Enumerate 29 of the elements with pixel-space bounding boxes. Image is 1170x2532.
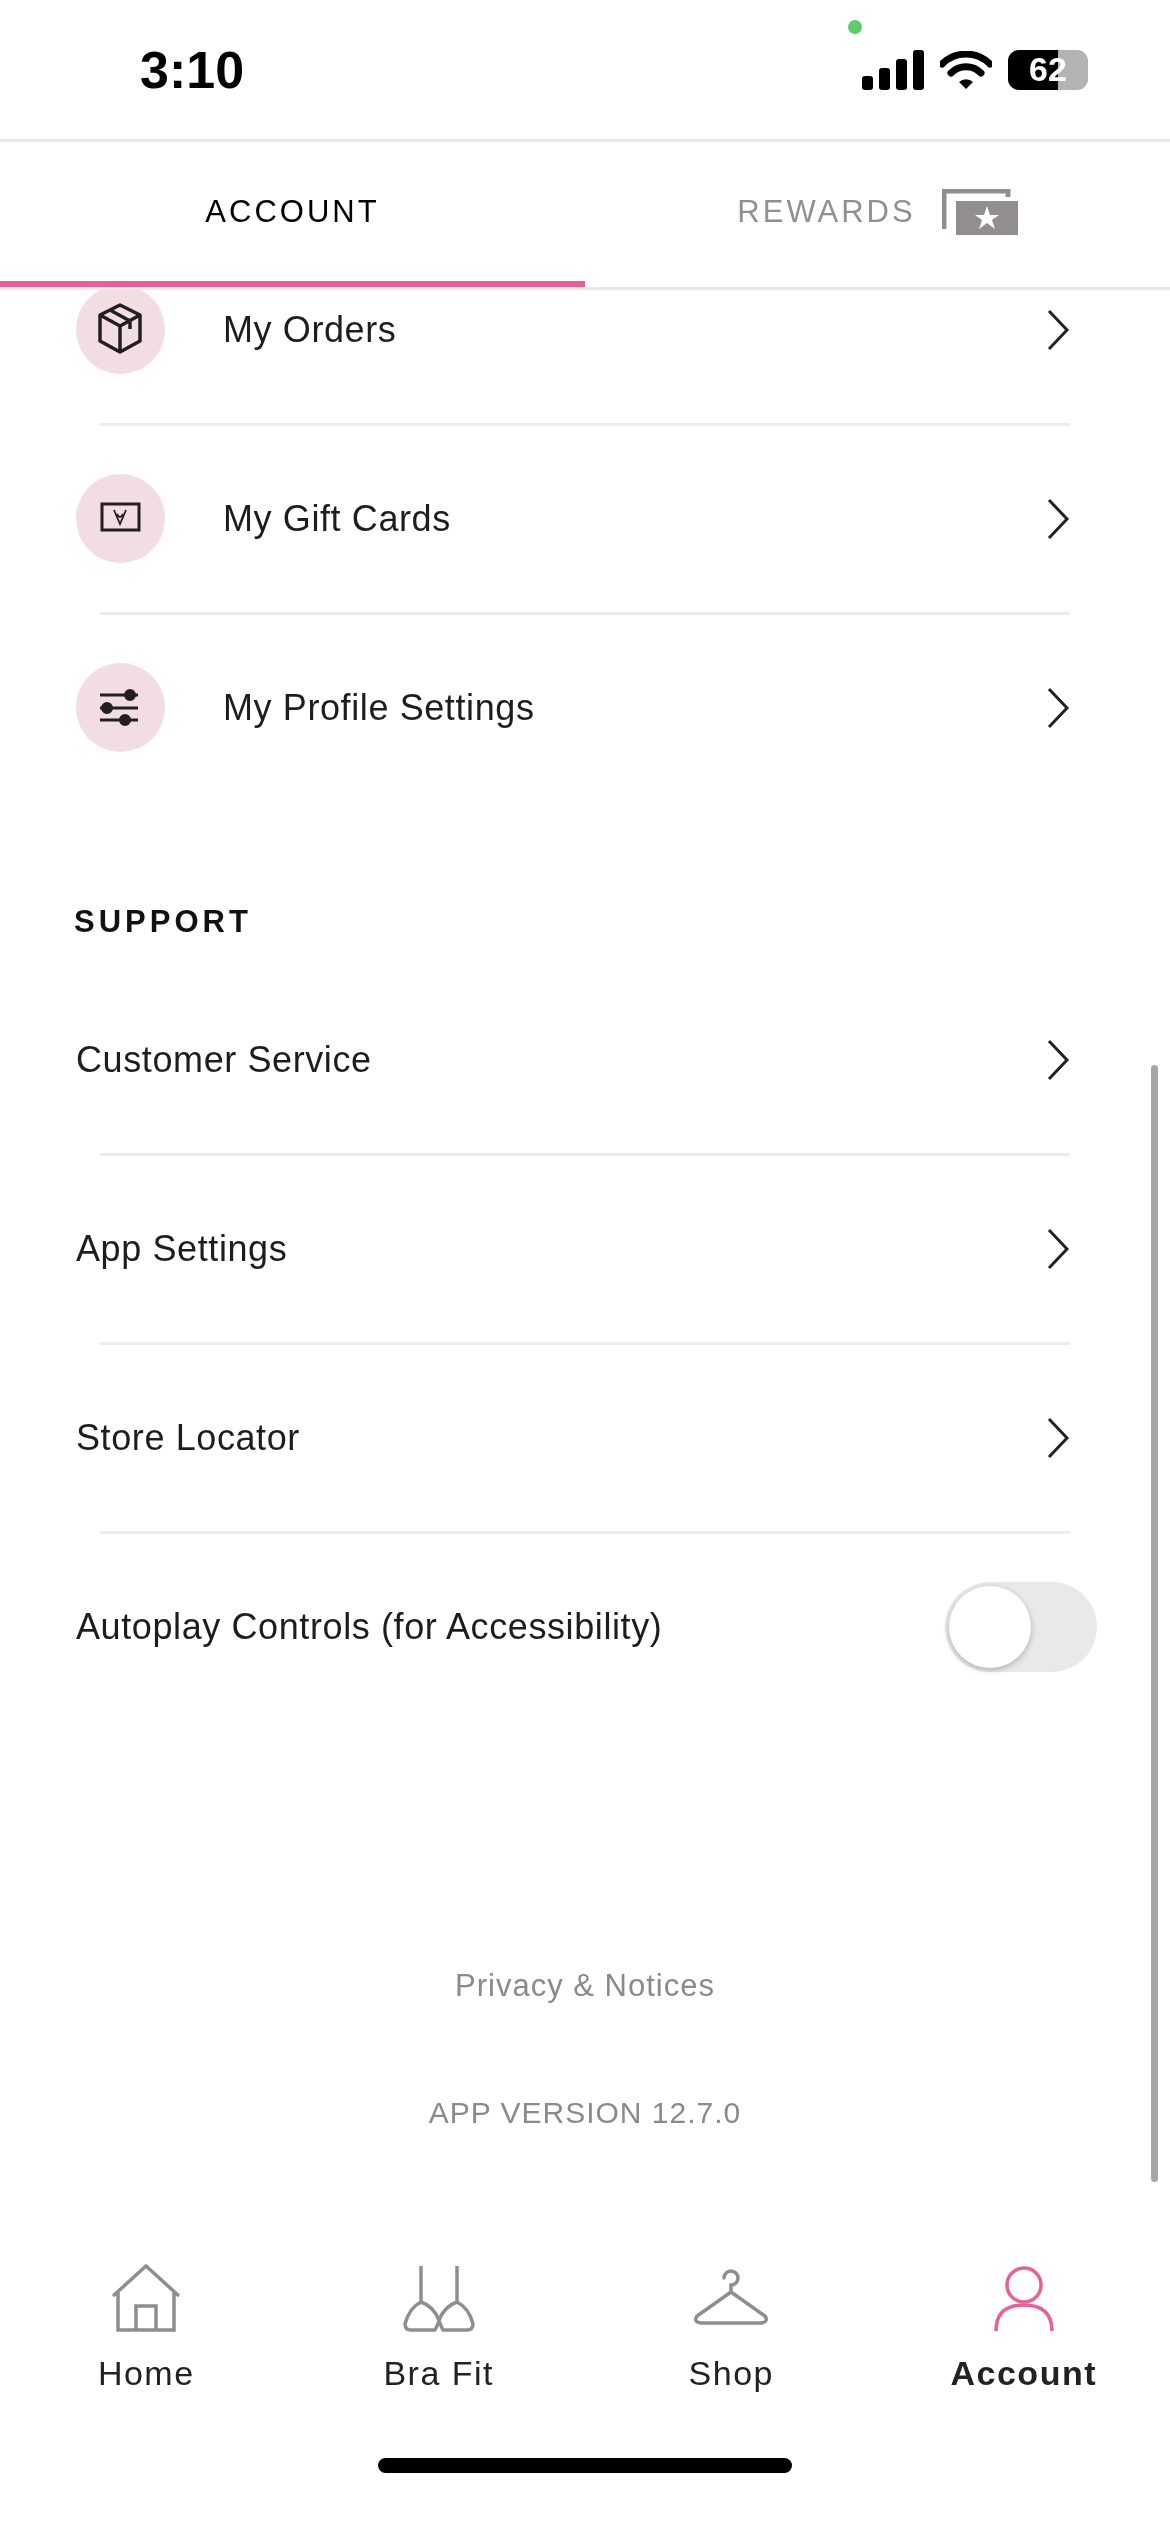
sliders-icon bbox=[76, 663, 165, 752]
support-menu-item[interactable]: Store Locator bbox=[0, 1343, 1170, 1532]
nav-tab[interactable]: Account bbox=[877, 2260, 1170, 2393]
chevron-right-icon bbox=[1046, 1415, 1070, 1460]
app-version: APP VERSION 12.7.0 bbox=[428, 2095, 742, 2131]
chevron-right-icon bbox=[1046, 685, 1070, 730]
nav-tab[interactable]: Shop bbox=[585, 2260, 878, 2393]
chevron-right-icon bbox=[1046, 1037, 1070, 1082]
chevron-right-icon bbox=[1046, 307, 1070, 352]
signal-icon bbox=[862, 49, 924, 90]
section-header: SUPPORT bbox=[73, 903, 252, 941]
support-menu-item[interactable]: Customer Service bbox=[0, 965, 1170, 1154]
account-menu-item[interactable]: My Profile Settings bbox=[0, 613, 1170, 802]
chevron-right-icon bbox=[1046, 1226, 1070, 1271]
camera-indicator-icon bbox=[848, 20, 862, 34]
nav-tab[interactable]: Bra Fit bbox=[292, 2260, 585, 2393]
status-time: 3:10 bbox=[140, 39, 245, 100]
bra-icon bbox=[400, 2264, 477, 2332]
nav-tab[interactable]: Home bbox=[0, 2260, 293, 2393]
card-icon bbox=[76, 474, 165, 563]
support-menu-item[interactable]: App Settings bbox=[0, 1154, 1170, 1343]
chevron-right-icon bbox=[1046, 496, 1070, 541]
person-icon bbox=[992, 2264, 1055, 2332]
card-star-icon bbox=[941, 188, 1018, 235]
home-icon bbox=[110, 2264, 183, 2332]
wifi-icon bbox=[940, 50, 992, 89]
account-menu-item[interactable]: My Gift Cards bbox=[0, 424, 1170, 613]
account-menu-item[interactable]: My Orders bbox=[0, 290, 1170, 424]
setting-label: Autoplay Controls (for Accessibility) bbox=[76, 1605, 664, 1648]
